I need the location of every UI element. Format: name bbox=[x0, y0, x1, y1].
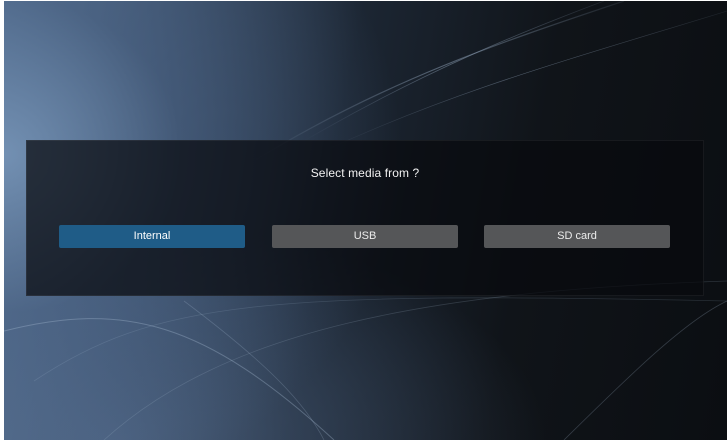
tv-screen: Select media from ? Internal USB SD card bbox=[4, 1, 727, 440]
sd-card-option-button[interactable]: SD card bbox=[484, 225, 670, 248]
dialog-title: Select media from ? bbox=[310, 166, 420, 180]
internal-option-button[interactable]: Internal bbox=[59, 225, 245, 248]
usb-option-button[interactable]: USB bbox=[272, 225, 458, 248]
select-media-dialog: Select media from ? Internal USB SD card bbox=[26, 140, 704, 296]
